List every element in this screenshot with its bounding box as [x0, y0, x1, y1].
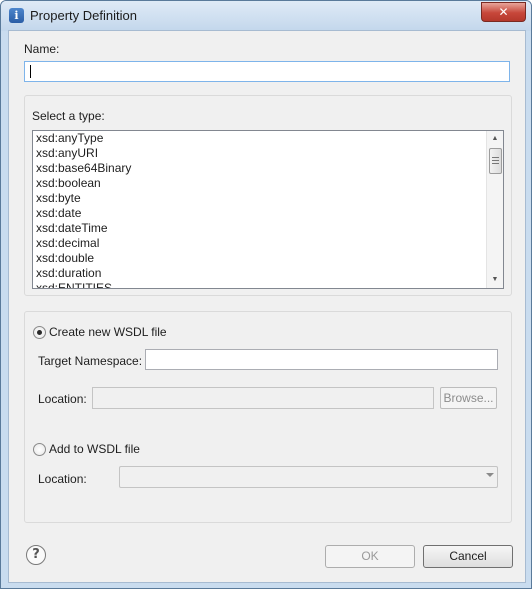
add-location-combo[interactable]: [119, 466, 498, 488]
type-group: Select a type: xsd:anyType xsd:anyURI xsd:…: [24, 95, 512, 296]
info-icon: i: [9, 8, 24, 23]
cancel-button[interactable]: Cancel: [423, 545, 513, 568]
scrollbar-thumb[interactable]: [489, 148, 502, 174]
name-label: Name:: [24, 42, 60, 56]
type-list-item[interactable]: xsd:anyURI: [36, 146, 131, 161]
grip-line: [492, 157, 499, 158]
type-list-item[interactable]: xsd:base64Binary: [36, 161, 131, 176]
type-list-item[interactable]: xsd:byte: [36, 191, 131, 206]
type-list-scrollbar[interactable]: ▲ ▼: [486, 131, 503, 288]
text-caret: [30, 65, 31, 78]
scroll-down-arrow-icon[interactable]: ▼: [487, 273, 503, 287]
wsdl-group: Create new WSDL file Target Namespace: L…: [24, 311, 512, 523]
type-list-item[interactable]: xsd:anyType: [36, 131, 131, 146]
type-list-item[interactable]: xsd:double: [36, 251, 131, 266]
add-location-label: Location:: [38, 472, 87, 486]
close-button[interactable]: ✕: [481, 2, 526, 22]
title-bar[interactable]: i Property Definition ✕: [1, 1, 531, 31]
create-wsdl-label[interactable]: Create new WSDL file: [49, 325, 167, 339]
target-namespace-input[interactable]: [145, 349, 498, 370]
window-title: Property Definition: [30, 8, 137, 23]
type-list-item[interactable]: xsd:date: [36, 206, 131, 221]
dialog-body: Name: Select a type: xsd:anyType xsd:anyU…: [8, 30, 526, 583]
chevron-down-icon[interactable]: [486, 473, 494, 477]
type-list-item[interactable]: xsd:duration: [36, 266, 131, 281]
scroll-up-arrow-icon[interactable]: ▲: [487, 132, 503, 146]
type-list-item[interactable]: xsd:dateTime: [36, 221, 131, 236]
select-type-label: Select a type:: [32, 109, 105, 123]
type-list-item[interactable]: xsd:boolean: [36, 176, 131, 191]
add-to-wsdl-radio[interactable]: [33, 443, 46, 456]
type-list-item[interactable]: xsd:ENTITIES: [36, 281, 131, 288]
location-input[interactable]: [92, 387, 434, 409]
type-listbox[interactable]: xsd:anyType xsd:anyURI xsd:base64Binary xsd…: [32, 130, 504, 289]
property-definition-dialog: i Property Definition ✕ Name: Select a t…: [0, 0, 532, 589]
type-list-item[interactable]: xsd:decimal: [36, 236, 131, 251]
target-namespace-label: Target Namespace:: [38, 354, 143, 368]
name-input[interactable]: [24, 61, 510, 82]
add-to-wsdl-label[interactable]: Add to WSDL file: [49, 442, 140, 456]
create-wsdl-radio[interactable]: [33, 326, 46, 339]
location-label: Location:: [38, 392, 87, 406]
help-icon[interactable]: ?: [26, 545, 46, 565]
grip-line: [492, 163, 499, 164]
browse-button[interactable]: Browse...: [440, 387, 497, 409]
ok-button[interactable]: OK: [325, 545, 415, 568]
type-list: xsd:anyType xsd:anyURI xsd:base64Binary xsd…: [36, 131, 131, 288]
grip-line: [492, 160, 499, 161]
